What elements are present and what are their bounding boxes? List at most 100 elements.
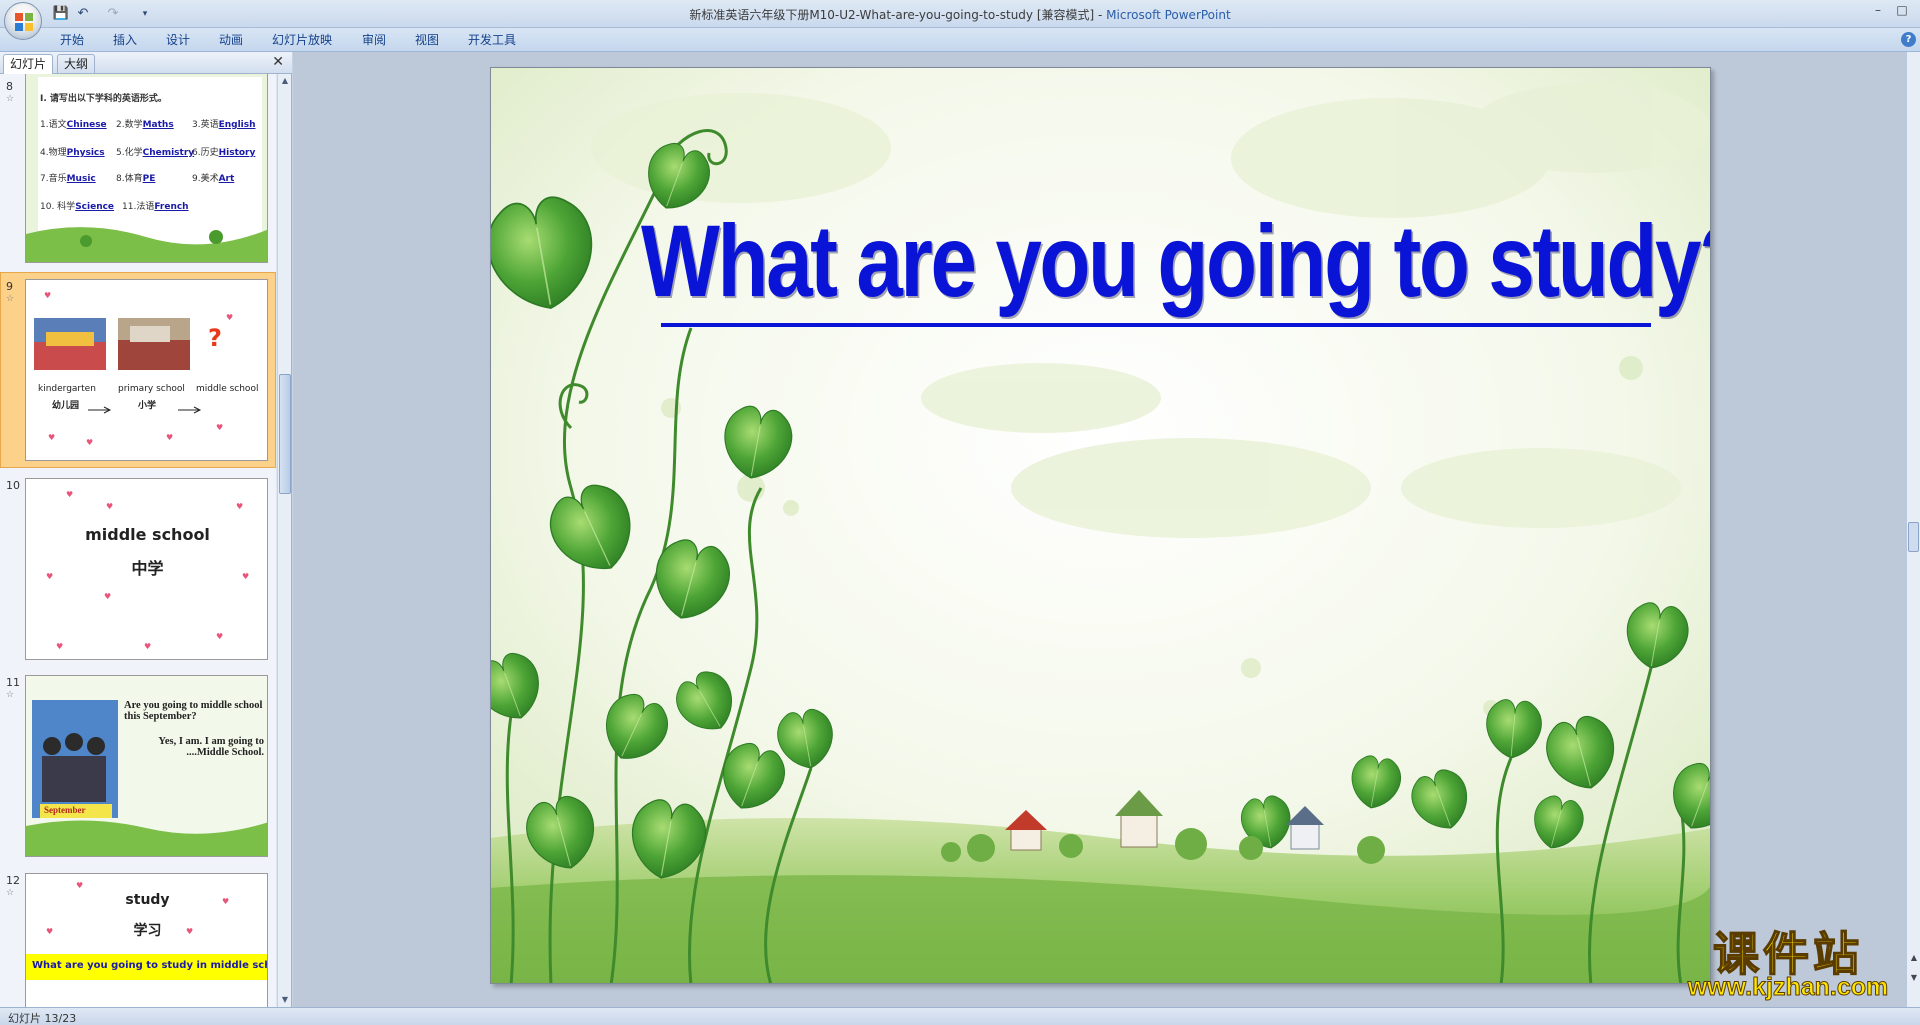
subject-cn: 3.英语 [192,120,219,130]
tab-animations[interactable]: 动画 [215,31,247,49]
label-cn: 幼儿园 [52,401,80,411]
slides-pane: 幻灯片 大纲 ✕ 8 ☆ I. 请写出以下学科的英语形式。 1.语文Chines… [0,52,292,1007]
subject-cn: 7.音乐 [40,174,67,184]
app-name: Microsoft PowerPoint [1106,8,1231,22]
subject-cn: 4.物理 [40,148,67,158]
slide-thumbnail-8[interactable]: I. 请写出以下学科的英语形式。 1.语文Chinese 2.数学Maths 3… [25,74,268,263]
subject-cn: 1.语文 [40,120,67,130]
svg-text:♥: ♥ [106,502,113,511]
svg-text:♥: ♥ [104,592,111,601]
subject-cn: 8.体育 [116,174,143,184]
subject-cn: 9.美术 [192,174,219,184]
tab-design[interactable]: 设计 [162,31,194,49]
slide-thumb-bg: ♥ ♥ ♥ ♥ ♥ ♥ [26,280,267,460]
subject-en: Music [66,174,96,184]
watermark: 课件站 www.kjzhan.com [1668,918,1908,1004]
slide-thumbnail-10[interactable]: ♥ ♥ ♥ ♥ ♥ ♥ ♥ ♥ ♥ middle school 中学 [25,478,268,660]
subject-en: French [154,202,189,212]
slide-thumbnail-11[interactable]: Are you going to middle school this Sept… [25,675,268,857]
svg-text:♥: ♥ [236,502,243,511]
tab-slides[interactable]: 幻灯片 [3,54,54,74]
tab-home[interactable]: 开始 [56,31,88,49]
animation-star-icon: ☆ [6,94,15,104]
answer-text: Yes, I am. I am going to ....Middle Scho… [158,736,264,758]
document-title: 新标准英语六年级下册M10-U2-What-are-you-going-to-s… [689,8,1095,22]
subject-cn: 10. 科学 [40,202,76,212]
svg-text:♥: ♥ [166,433,173,442]
minimize-button[interactable]: – [1866,2,1890,18]
svg-text:♥: ♥ [144,642,151,651]
label-cn: 小学 [138,401,157,411]
svg-text:♥: ♥ [216,632,223,641]
svg-text:♥: ♥ [66,490,73,499]
subject-en: History [218,148,256,158]
animation-star-icon: ☆ [6,294,15,304]
tab-slideshow[interactable]: 幻灯片放映 [268,31,336,49]
scroll-down-icon[interactable]: ▼ [279,993,291,1007]
tab-view[interactable]: 视图 [411,31,443,49]
slide-word-cn: 中学 [131,559,164,578]
thumbnail-scrollbar[interactable]: ▲ ▼ [277,74,291,1007]
animation-star-icon: ☆ [6,888,15,898]
title-separator: - [1094,8,1107,22]
subject-cn: 2.数学 [116,120,143,130]
maximize-button[interactable]: □ [1890,2,1914,18]
label-middle: middle school [196,384,259,394]
status-bar: 幻灯片 13/23 [0,1007,1920,1025]
slide-thumbnail-12[interactable]: ♥ ♥ ♥ ♥ study 学习 What are you going to stu… [25,873,268,1007]
tab-review[interactable]: 审阅 [358,31,390,49]
subject-en: Physics [66,148,105,158]
slide-word-cn: 学习 [133,923,162,939]
slide-scrollbar[interactable]: ▲ ▼ [1906,52,1920,1007]
subject-cn: 11.法语 [122,202,155,212]
tab-developer[interactable]: 开发工具 [464,31,520,49]
animation-star-icon: ☆ [6,690,15,700]
slide-editor: What are you going to study? ▲ ▼ [293,52,1920,1007]
label-kindergarten: kindergarten [38,384,96,394]
slide-number: 12 [6,874,20,887]
svg-text:♥: ♥ [44,291,51,300]
close-pane-icon[interactable]: ✕ [272,54,284,70]
subject-cn: 6.历史 [192,148,219,158]
next-slide-icon[interactable]: ▼ [1908,972,1920,984]
slide-thumbnail-9[interactable]: ♥ ♥ ♥ ♥ ♥ ♥ kindergarten primary school mid… [25,279,268,461]
office-logo-icon [15,13,33,31]
slide-number: 8 [6,80,13,93]
watermark-url: www.kjzhan.com [1687,973,1889,1002]
scroll-thumb[interactable] [1908,522,1919,552]
subject-en: Maths [142,120,174,130]
pane-tabs: 幻灯片 大纲 ✕ [0,52,292,74]
slide-number: 10 [6,479,20,492]
slide-count-status: 幻灯片 13/23 [8,1012,77,1025]
slide-word-en: middle school [85,525,210,544]
help-icon[interactable]: ? [1901,32,1916,47]
title-bar: 💾 ↶ ↷ ▾ 新标准英语六年级下册M10-U2-What-are-you-go… [0,0,1920,40]
title-underline [661,323,1651,327]
window-title: 新标准英语六年级下册M10-U2-What-are-you-going-to-s… [0,6,1920,23]
slide-number: 11 [6,676,20,689]
slide-title[interactable]: What are you going to study? [641,203,1710,320]
scroll-up-icon[interactable]: ▲ [279,74,291,88]
svg-text:♥: ♥ [216,423,223,432]
svg-text:♥: ♥ [226,313,233,322]
svg-text:♥: ♥ [86,438,93,447]
current-slide[interactable]: What are you going to study? [490,67,1711,984]
label-primary: primary school [118,384,185,394]
subject-en: English [218,120,256,130]
subject-en: Art [218,174,235,184]
tab-insert[interactable]: 插入 [109,31,141,49]
question-mark: ? [208,324,222,352]
slide-thumbnails: 8 ☆ I. 请写出以下学科的英语形式。 1.语文Chinese 2.数学Mat… [0,74,276,1007]
subject-en: Science [75,202,115,212]
svg-text:♥: ♥ [76,881,83,890]
subject-cn: 5.化学 [116,148,143,158]
svg-text:♥: ♥ [56,642,63,651]
question-text: Are you going to middle school this Sept… [124,700,263,722]
tab-outline[interactable]: 大纲 [57,54,96,74]
office-button[interactable] [4,2,42,40]
slide-word-en: study [125,892,170,908]
scroll-thumb[interactable] [279,374,291,494]
previous-slide-icon[interactable]: ▲ [1908,952,1920,964]
september-caption: September [44,805,86,815]
subject-en: Chemistry [142,148,195,158]
